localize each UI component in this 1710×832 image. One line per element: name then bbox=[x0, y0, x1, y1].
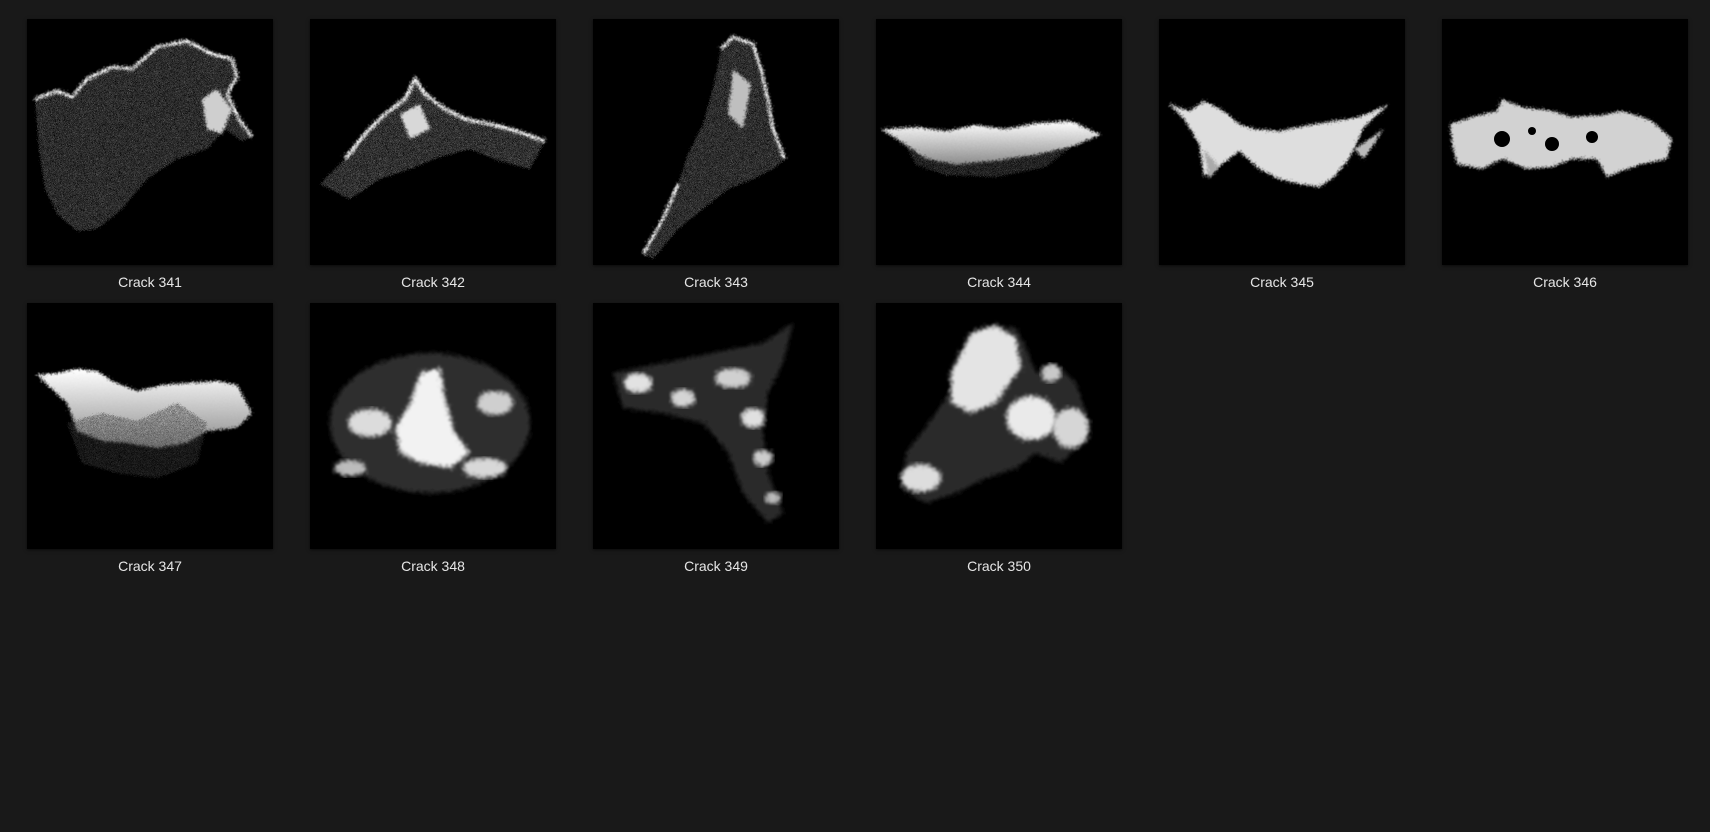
item-caption: Crack 347 bbox=[118, 558, 182, 574]
item-caption: Crack 348 bbox=[401, 558, 465, 574]
thumbnail-image bbox=[27, 19, 273, 265]
gallery-item[interactable]: Crack 341 bbox=[27, 19, 273, 309]
item-caption: Crack 350 bbox=[967, 558, 1031, 574]
gallery-item[interactable]: Crack 349 bbox=[593, 303, 839, 593]
gallery-item[interactable]: Crack 346 bbox=[1442, 19, 1688, 309]
gallery-item[interactable]: Crack 344 bbox=[876, 19, 1122, 309]
thumbnail-gallery: Crack 341 Crack 342 Crack 343 Crack 344 … bbox=[0, 0, 1710, 832]
gallery-item[interactable]: Crack 343 bbox=[593, 19, 839, 309]
gallery-item[interactable]: Crack 348 bbox=[310, 303, 556, 593]
thumbnail-image bbox=[1159, 19, 1405, 265]
gallery-item[interactable]: Crack 350 bbox=[876, 303, 1122, 593]
gallery-item[interactable]: Crack 347 bbox=[27, 303, 273, 593]
thumbnail-image bbox=[310, 303, 556, 549]
item-caption: Crack 341 bbox=[118, 274, 182, 290]
thumbnail-image bbox=[876, 19, 1122, 265]
item-caption: Crack 349 bbox=[684, 558, 748, 574]
item-caption: Crack 345 bbox=[1250, 274, 1314, 290]
item-caption: Crack 344 bbox=[967, 274, 1031, 290]
thumbnail-image bbox=[1442, 19, 1688, 265]
gallery-item[interactable]: Crack 345 bbox=[1159, 19, 1405, 309]
item-caption: Crack 346 bbox=[1533, 274, 1597, 290]
thumbnail-image bbox=[310, 19, 556, 265]
gallery-item[interactable]: Crack 342 bbox=[310, 19, 556, 309]
thumbnail-image bbox=[593, 303, 839, 549]
thumbnail-image bbox=[27, 303, 273, 549]
thumbnail-image bbox=[593, 19, 839, 265]
item-caption: Crack 342 bbox=[401, 274, 465, 290]
thumbnail-image bbox=[876, 303, 1122, 549]
item-caption: Crack 343 bbox=[684, 274, 748, 290]
